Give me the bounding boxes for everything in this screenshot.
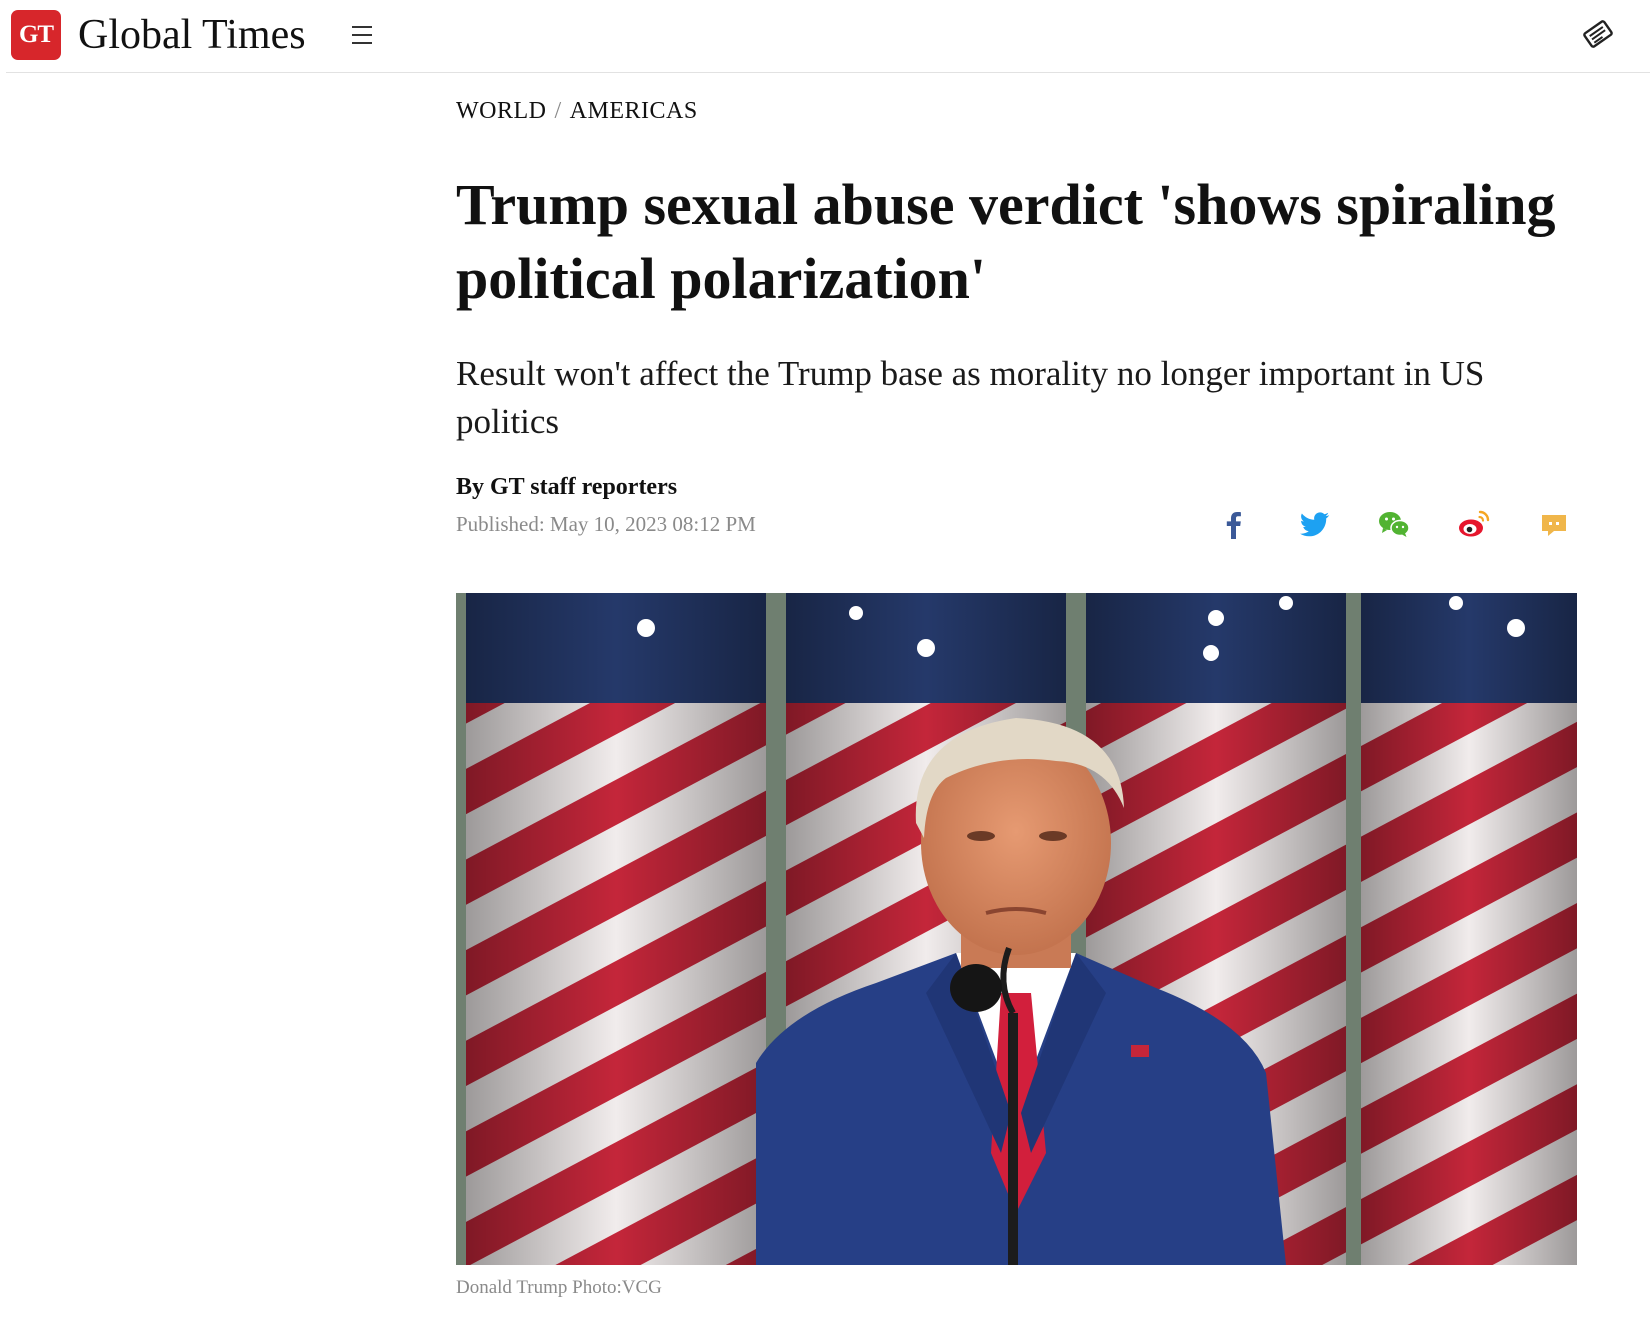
flag-left [466, 593, 766, 1265]
share-bar [1216, 506, 1576, 546]
article-published-date: Published: May 10, 2023 08:12 PM [456, 512, 756, 536]
breadcrumb-world-link[interactable]: WORLD [456, 98, 546, 124]
weibo-share-icon[interactable] [1456, 506, 1492, 542]
breadcrumb-americas-link[interactable]: AMERICAS [570, 98, 698, 124]
article-headline: Trump sexual abuse verdict 'shows spiral… [456, 172, 1556, 311]
facebook-share-icon[interactable] [1216, 506, 1252, 542]
photo-caption: Donald Trump Photo:VCG [456, 1277, 662, 1298]
breadcrumb-separator: / [554, 98, 562, 124]
wechat-share-icon[interactable] [1376, 506, 1412, 542]
article-subheadline: Result won't affect the Trump base as mo… [456, 354, 1485, 441]
site-name-logo[interactable]: Global Times [78, 8, 306, 62]
breadcrumb: WORLD / AMERICAS [456, 98, 698, 125]
article-byline: By GT staff reporters [456, 474, 678, 500]
article-photo [456, 593, 1577, 1265]
newspaper-icon[interactable] [1580, 16, 1616, 52]
site-logo-badge[interactable]: GT [11, 10, 61, 60]
twitter-share-icon[interactable] [1296, 506, 1332, 542]
comment-icon[interactable] [1536, 506, 1572, 542]
site-header: GT Global Times [6, 0, 1650, 73]
hamburger-menu-icon[interactable] [350, 20, 374, 50]
flag-right [1361, 593, 1577, 1265]
